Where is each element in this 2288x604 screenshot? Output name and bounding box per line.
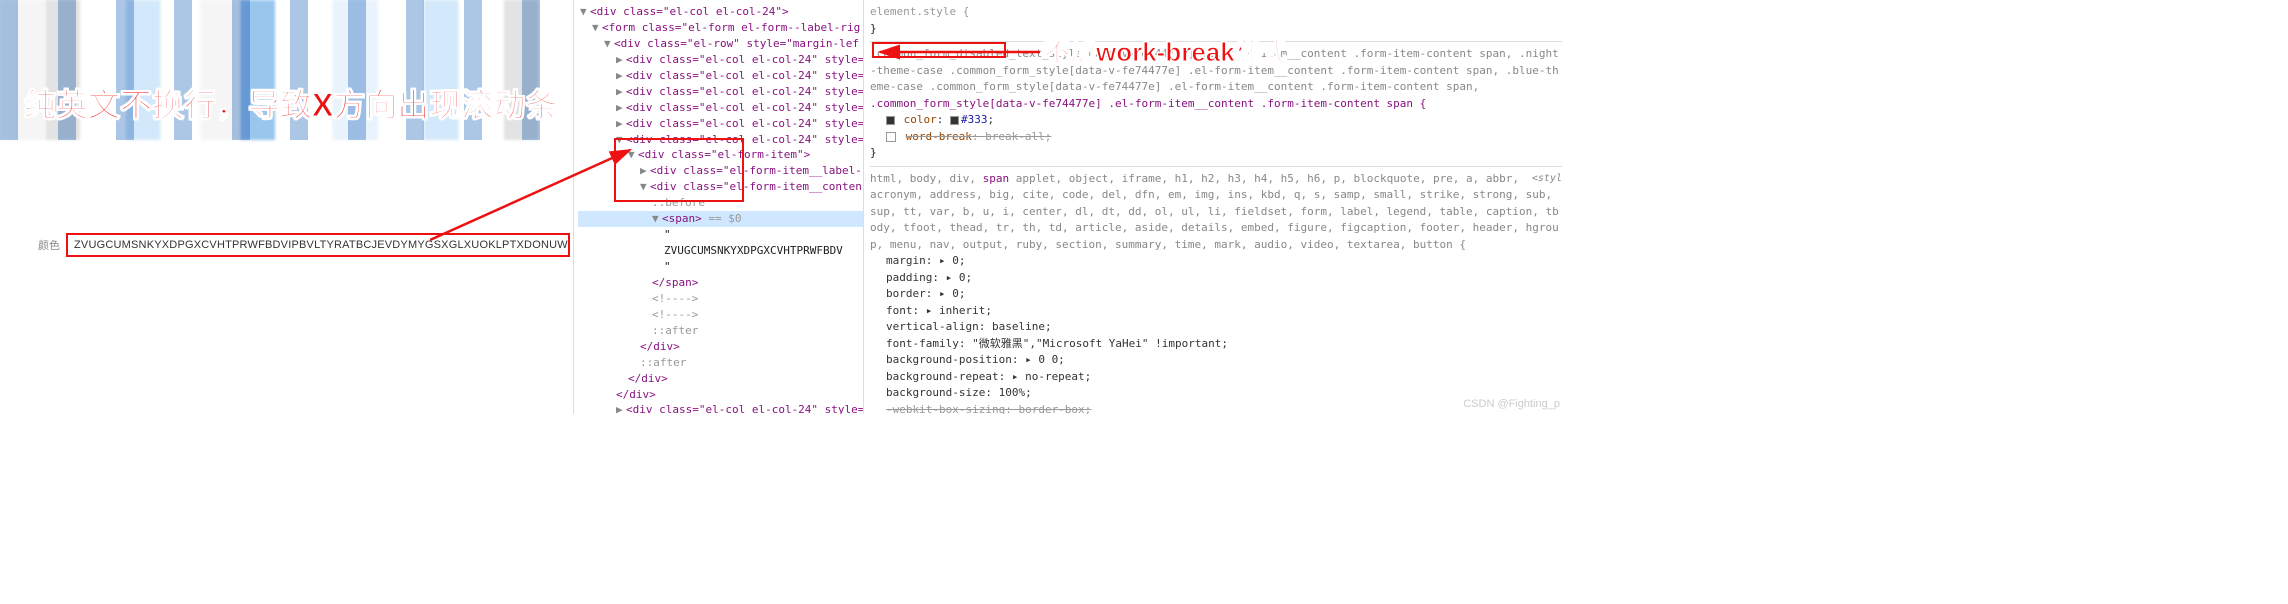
dom-text-node[interactable]: ZVUGCUMSNKYXDPGXCVHTPRWFBDV [578, 243, 863, 259]
dom-node[interactable]: <div class="el-col el-col-24" style= [626, 53, 864, 66]
form-field-label: 颜色 [38, 237, 60, 253]
pseudo-before[interactable]: ::before [578, 195, 863, 211]
dom-node[interactable]: <div class="el-col el-col-24" style= [626, 69, 864, 82]
dom-comment[interactable]: <!----> [578, 291, 863, 307]
dom-node[interactable]: <div class="el-col el-col-24" style= [626, 101, 864, 114]
checkbox-unchecked[interactable] [886, 132, 896, 142]
dom-node[interactable]: <div class="el-form-item__conten [650, 180, 862, 193]
dom-comment[interactable]: <!----> [578, 307, 863, 323]
dom-node[interactable]: <div class="el-form-item__label- [650, 164, 862, 177]
dom-text-quote: " [578, 259, 863, 275]
dom-node[interactable]: <div class="el-form-item"> [638, 148, 810, 161]
dom-node[interactable]: <div class="el-col el-col-24"> [590, 5, 789, 18]
page-preview: 纯英文不换行，导致X方向出现滚动条 颜色 ZVUGCUMSNKYXDPGXCVH… [0, 0, 574, 414]
dom-text-quote: " [578, 227, 863, 243]
annotation-text-2: 不加work-break样式 [1044, 32, 1287, 69]
devtools-elements-panel[interactable]: ▼<div class="el-col el-col-24"> ▼<form c… [574, 0, 864, 414]
dom-node[interactable]: <div class="el-col el-col-24" style= [626, 133, 864, 146]
css-rule[interactable]: background-size: 100%; [870, 385, 1562, 402]
element-style-selector[interactable]: element.style { [870, 5, 969, 18]
css-rule[interactable]: border: ▸ 0; [870, 286, 1562, 303]
css-rule[interactable]: font: ▸ inherit; [870, 303, 1562, 320]
dom-node[interactable]: <div class="el-row" style="margin-lef [614, 37, 859, 50]
css-rule[interactable]: vertical-align: baseline; [870, 319, 1562, 336]
dom-node-close[interactable]: </span> [652, 276, 698, 289]
css-selector-reset[interactable]: html, body, div, spanhtml, body, div, sp… [870, 171, 1562, 254]
word-break-rule[interactable]: word-break: break-all; [870, 129, 1562, 146]
overflow-text: ZVUGCUMSNKYXDPGXCVHTPRWFBDVIPBVLTYRATBCJ… [74, 239, 570, 251]
css-rule[interactable]: padding: ▸ 0; [870, 270, 1562, 287]
color-swatch[interactable] [886, 116, 895, 125]
dom-node-close[interactable]: </div> [640, 340, 680, 353]
dom-node-close[interactable]: </div> [628, 372, 668, 385]
annotation-text-1: 纯英文不换行，导致X方向出现滚动条 [24, 80, 557, 126]
css-rule[interactable]: font-family: "微软雅黑","Microsoft YaHei" !i… [870, 336, 1562, 353]
dom-node-close[interactable]: </div> [616, 388, 656, 401]
overflow-value-box: ZVUGCUMSNKYXDPGXCVHTPRWFBDVIPBVLTYRATBCJ… [66, 233, 570, 257]
css-selector-main[interactable]: .common_form_style[data-v-fe74477e] .el-… [870, 97, 1426, 110]
dom-node[interactable]: <div class="el-col el-col-24" style= [626, 117, 864, 130]
pseudo-after[interactable]: ::after [578, 355, 863, 371]
dom-node[interactable]: <form class="el-form el-form--label-rig [602, 21, 860, 34]
pseudo-after[interactable]: ::after [578, 323, 863, 339]
dom-node-selected[interactable]: ▼<span> == $0 [578, 211, 863, 227]
dom-node[interactable]: <div class="el-col el-col-24" style= [626, 403, 864, 414]
source-link[interactable]: <styl [1532, 171, 1562, 186]
css-rule[interactable]: margin: ▸ 0; [870, 253, 1562, 270]
css-rule-struck[interactable]: -webkit-box-sizing: border-box; [870, 402, 1562, 415]
watermark: CSDN @Fighting_p [1463, 398, 1560, 410]
css-rule[interactable]: background-position: ▸ 0 0; [870, 352, 1562, 369]
css-rule[interactable]: background-repeat: ▸ no-repeat; [870, 369, 1562, 386]
dom-node[interactable]: <div class="el-col el-col-24" style= [626, 85, 864, 98]
